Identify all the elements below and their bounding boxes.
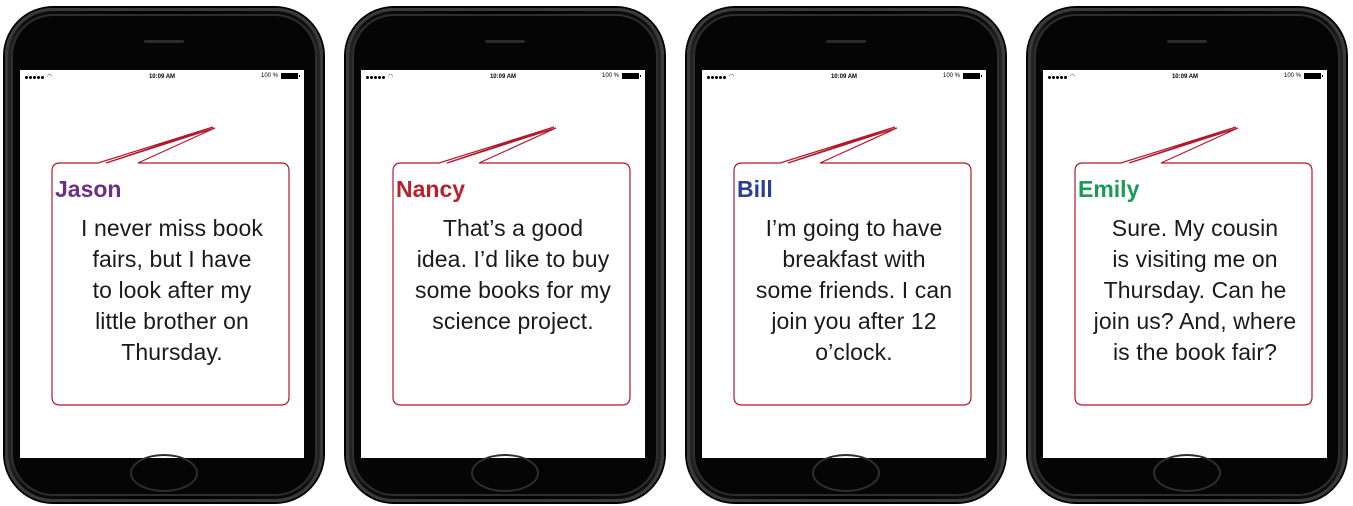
battery-indicator: 100 %: [1283, 73, 1323, 79]
battery-percent: 100 %: [942, 73, 960, 79]
phone-bill: ◠ 10:09 AM 100 % Bill I’m going to have …: [687, 8, 1005, 502]
battery-indicator: 100 %: [942, 73, 982, 79]
battery-percent: 100 %: [1283, 73, 1301, 79]
message-text: I never miss book fairs, but I have to l…: [81, 215, 263, 365]
phone-nancy: ◠ 10:09 AM 100 % Nancy That’s a good ide…: [346, 8, 664, 502]
speaker-name: Nancy: [396, 176, 466, 202]
phone-screen: ◠ 10:09 AM 100 % Nancy That’s a good ide…: [361, 70, 645, 458]
message-text: Sure. My cousin is visiting me on Thursd…: [1093, 215, 1297, 365]
phone-jason: ◠ 10:09 AM 100 % Jason I never miss book…: [5, 8, 323, 502]
earpiece-speaker: [826, 40, 866, 43]
status-bar: ◠ 10:09 AM 100 %: [361, 70, 645, 84]
speaker-name: Jason: [55, 176, 122, 202]
phone-screen: ◠ 10:09 AM 100 % Emily Sure. My cousin i…: [1043, 70, 1327, 458]
home-button[interactable]: [812, 454, 880, 492]
battery-indicator: 100 %: [260, 73, 300, 79]
home-button[interactable]: [1153, 454, 1221, 492]
status-bar: ◠ 10:09 AM 100 %: [702, 70, 986, 84]
message-text: That’s a good idea. I’d like to buy some…: [415, 215, 611, 334]
status-bar: ◠ 10:09 AM 100 %: [1043, 70, 1327, 84]
battery-icon: [281, 73, 300, 79]
battery-icon: [622, 73, 641, 79]
phone-screen: ◠ 10:09 AM 100 % Jason I never miss book…: [20, 70, 304, 458]
earpiece-speaker: [144, 40, 184, 43]
status-bar: ◠ 10:09 AM 100 %: [20, 70, 304, 84]
earpiece-speaker: [485, 40, 525, 43]
home-button[interactable]: [130, 454, 198, 492]
message-text: I’m going to have breakfast with some fr…: [755, 215, 953, 365]
home-button[interactable]: [471, 454, 539, 492]
phone-emily: ◠ 10:09 AM 100 % Emily Sure. My cousin i…: [1028, 8, 1346, 502]
speaker-name: Bill: [737, 176, 773, 202]
speaker-name: Emily: [1078, 176, 1140, 202]
battery-icon: [1304, 73, 1323, 79]
earpiece-speaker: [1167, 40, 1207, 43]
battery-percent: 100 %: [260, 73, 278, 79]
battery-indicator: 100 %: [601, 73, 641, 79]
battery-icon: [963, 73, 982, 79]
phone-screen: ◠ 10:09 AM 100 % Bill I’m going to have …: [702, 70, 986, 458]
battery-percent: 100 %: [601, 73, 619, 79]
